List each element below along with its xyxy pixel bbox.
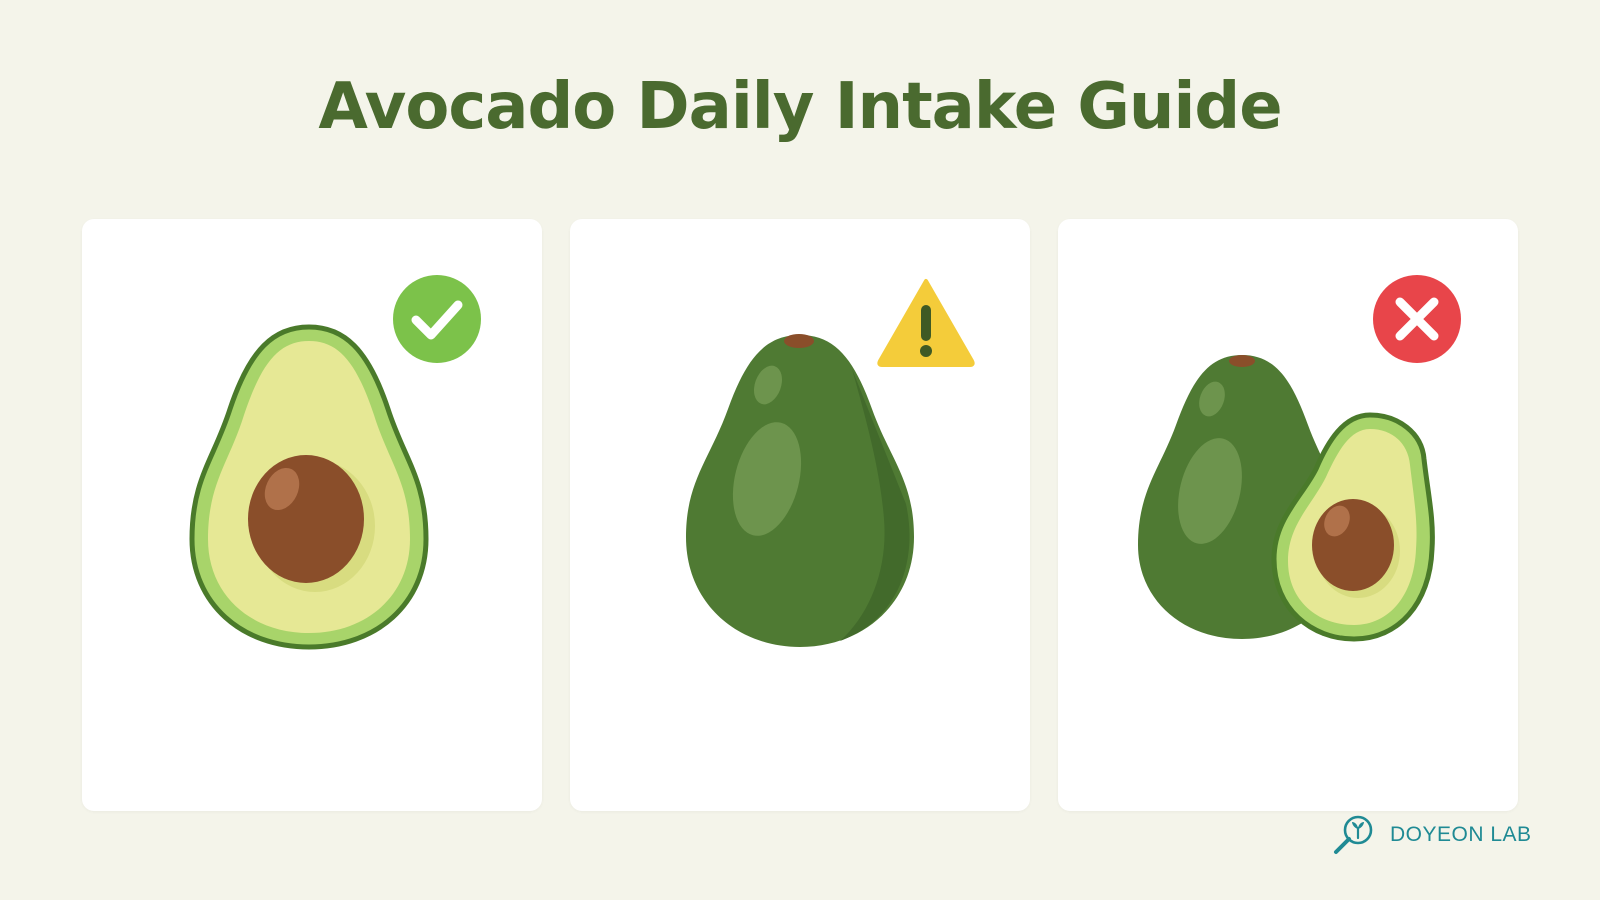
check-circle-icon	[393, 275, 481, 363]
brand-name: DOYEON LAB	[1390, 823, 1532, 846]
cross-circle-icon	[1373, 275, 1461, 363]
card-avoid	[1058, 219, 1518, 811]
page: Avocado Daily Intake Guide DOYEON LAB	[0, 0, 1600, 900]
card-caution	[570, 219, 1030, 811]
magnifier-sprout-icon	[1334, 815, 1373, 854]
page-title: Avocado Daily Intake Guide	[318, 70, 1282, 144]
brand: DOYEON LAB	[1330, 812, 1532, 858]
card-recommended	[82, 219, 542, 811]
warning-triangle-icon	[877, 279, 975, 367]
